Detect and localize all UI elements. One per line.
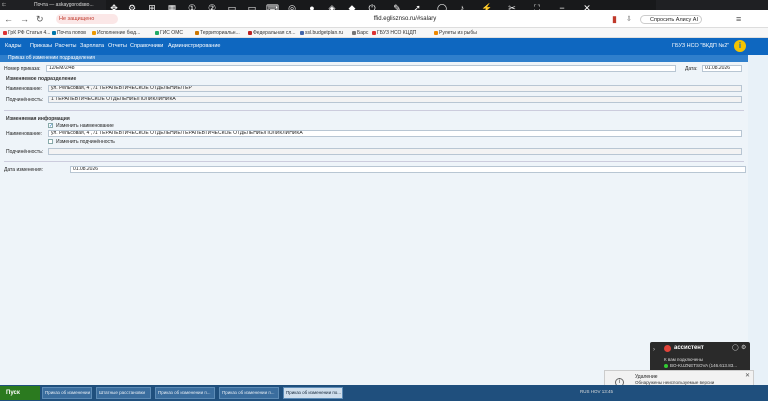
bookmark-item[interactable]: ssl.budgetplan.ru bbox=[300, 30, 343, 37]
section-divider bbox=[4, 161, 744, 162]
menu-icon[interactable]: ≡ bbox=[736, 14, 741, 24]
menu-item-admin[interactable]: Администрирование bbox=[168, 43, 220, 50]
menu-item-reports[interactable]: Отчеты bbox=[108, 43, 127, 50]
order-number-label: Номер приказа: bbox=[4, 66, 41, 72]
taskbar-item[interactable]: Приказ об изменении п... bbox=[155, 387, 215, 399]
assistant-settings-icon[interactable]: ⚙ bbox=[741, 344, 746, 351]
new-name-field[interactable]: ул. Рельсовая, 4 , /1 ТЕРАПЕВТИЧЕСКОЕ ОТ… bbox=[48, 130, 742, 137]
order-form: Номер приказа: 12/EM/2/48 Дата: 01.08.20… bbox=[0, 62, 748, 385]
online-dot-icon bbox=[664, 364, 668, 368]
address-bar: ← → ↻ Не защищено ffid.eglisznso.ru/#sal… bbox=[0, 10, 768, 28]
bookmark-item[interactable]: Федеральная сл... bbox=[248, 30, 295, 37]
current-name-field: ул. Рельсовая, 4 , /1 ТЕРАПЕВТИЧЕСКОЕ ОТ… bbox=[48, 85, 742, 92]
assistant-title: ассистент bbox=[674, 345, 704, 351]
section-divider bbox=[4, 110, 744, 111]
current-subordination-field: 1 ТЕРАПЕВТИЧЕСКОЕ ОТДЕЛЕНИЕ/ПОЛИКЛИНИКА bbox=[48, 96, 742, 103]
new-section-title: Изменяемая информация bbox=[6, 116, 70, 122]
assistant-connection: BO-KUZNETSOVA (146.613.83... bbox=[670, 363, 737, 368]
assistant-logo-icon bbox=[664, 345, 671, 352]
new-subordination-field bbox=[48, 148, 742, 155]
forward-arrow-icon[interactable]: → bbox=[20, 14, 29, 24]
bookmark-icon[interactable]: ▮ bbox=[612, 14, 617, 24]
change-date-label: Дата изменения: bbox=[4, 167, 43, 173]
change-subordination-label: Изменить подчинённость bbox=[56, 139, 115, 145]
tab-label: Почта — askaygorodsвo... bbox=[34, 2, 94, 8]
menu-item-salary[interactable]: Зарплата bbox=[80, 43, 104, 50]
menu-item-orders[interactable]: Приказы bbox=[30, 43, 52, 50]
name-label: Наименование: bbox=[6, 86, 43, 92]
date-label: Дата: bbox=[685, 66, 698, 72]
subordination-label: Подчинённость: bbox=[6, 97, 44, 103]
url-field[interactable]: ffid.eglisznso.ru/#salary bbox=[280, 16, 530, 22]
back-icon[interactable]: ⇇ bbox=[2, 1, 20, 9]
system-tray: RUS HOV 13:45 bbox=[580, 389, 614, 394]
bookmark-item[interactable]: ГИС ОМС bbox=[155, 30, 183, 37]
info-icon[interactable]: i bbox=[734, 40, 746, 52]
taskbar-item[interactable]: Приказ об изменении п... bbox=[42, 387, 92, 399]
bookmark-item[interactable]: Рулеты из рыбы bbox=[434, 30, 477, 37]
window-title: Приказ об изменении подразделения bbox=[0, 55, 748, 62]
reload-icon[interactable]: ↻ bbox=[36, 14, 44, 24]
order-number-field[interactable]: 12/EM/2/48 bbox=[46, 65, 676, 72]
notification-close-icon[interactable]: ✕ bbox=[745, 372, 750, 379]
change-date-field[interactable]: 01.08.2026 bbox=[70, 166, 746, 173]
main-menu: Кадры Приказы Расчеты Зарплата Отчеты Сп… bbox=[0, 38, 768, 55]
assistant-status: К вам подключены bbox=[664, 357, 704, 362]
taskbar-item[interactable]: Приказ об изменении п... bbox=[219, 387, 279, 399]
change-subordination-checkbox[interactable] bbox=[48, 139, 53, 144]
taskbar-item-active[interactable]: Приказ об изменении по... bbox=[283, 387, 343, 399]
change-name-checkbox[interactable]: ✓ bbox=[48, 123, 53, 129]
ssl-warning-badge[interactable]: Не защищено bbox=[56, 14, 118, 24]
change-name-label: Изменить наименование bbox=[56, 123, 114, 129]
changed-section-title: Изменяемое подразделение bbox=[6, 76, 77, 82]
bookmark-item[interactable]: Исполнение бюд... bbox=[92, 30, 140, 37]
bookmark-item[interactable]: ГрК РФ Статья 4... bbox=[3, 30, 50, 37]
new-subordination-label: Подчинённость: bbox=[6, 149, 44, 155]
menu-item-references[interactable]: Справочники bbox=[130, 43, 163, 50]
ask-alice-button[interactable]: Спросить Алису AI bbox=[640, 15, 702, 24]
assistant-chat-icon[interactable]: ◯ bbox=[732, 344, 739, 351]
bookmarks-bar: ГрК РФ Статья 4... Почта попов Исполнени… bbox=[0, 28, 768, 38]
browser-tab-mail[interactable]: Почта — askaygorodsвo... bbox=[34, 1, 104, 9]
taskbar-item[interactable]: Штатные расстановки bbox=[96, 387, 151, 399]
bookmark-item[interactable]: Барс bbox=[352, 30, 368, 37]
back-arrow-icon[interactable]: ← bbox=[4, 14, 13, 24]
menu-item-staff[interactable]: Кадры bbox=[5, 43, 21, 50]
download-icon[interactable]: ⇩ bbox=[626, 15, 632, 25]
bookmark-item[interactable]: ГБУЗ НСО КЦДП bbox=[372, 30, 416, 37]
assistant-expand-icon[interactable]: › bbox=[653, 347, 655, 353]
taskbar: Пуск Приказ об изменении п... Штатные ра… bbox=[0, 385, 768, 401]
bookmark-item[interactable]: Почта попов bbox=[52, 30, 86, 37]
new-name-label: Наименование: bbox=[6, 131, 43, 137]
organization-name: ГБУЗ НСО "ВКДП №2" bbox=[672, 43, 730, 49]
menu-item-calculations[interactable]: Расчеты bbox=[55, 43, 76, 50]
start-button[interactable]: Пуск bbox=[0, 386, 40, 400]
bookmark-item[interactable]: Территориальн... bbox=[195, 30, 240, 37]
date-field[interactable]: 01.08.2026 bbox=[702, 65, 742, 72]
application-window: Кадры Приказы Расчеты Зарплата Отчеты Сп… bbox=[0, 38, 768, 385]
